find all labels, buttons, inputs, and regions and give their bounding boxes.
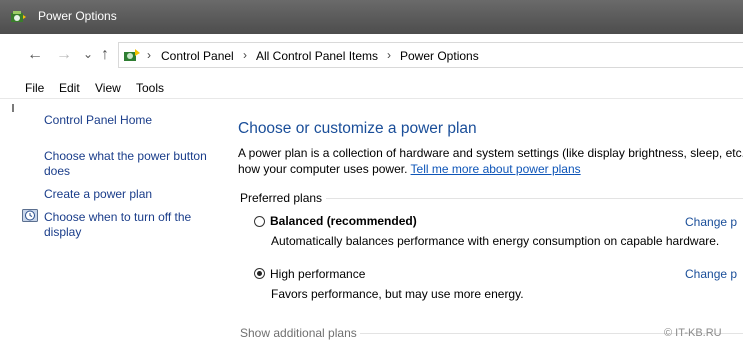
sidebar-edge-marker: [12, 104, 14, 112]
menu-view[interactable]: View: [95, 81, 121, 95]
sidebar-link-line: Create a power plan: [44, 187, 153, 201]
menu-file[interactable]: File: [25, 81, 44, 95]
recent-locations-button[interactable]: ⌄: [83, 46, 93, 62]
navigation-bar: ← → ⌄ ↑ › Control Panel › All Control Pa…: [0, 34, 743, 76]
menu-edit[interactable]: Edit: [59, 81, 80, 95]
description-line-2: how your computer uses power. Tell me mo…: [238, 161, 743, 177]
sidebar-link-line: display: [44, 225, 82, 239]
breadcrumb-separator: ›: [147, 48, 151, 62]
sidebar-create-plan-link[interactable]: Create a power plan: [44, 187, 152, 202]
sidebar-link-line: does: [44, 164, 71, 178]
balanced-plan-description: Automatically balances performance with …: [271, 234, 720, 248]
breadcrumb-separator: ›: [243, 48, 247, 62]
title-bar: Power Options: [0, 0, 743, 34]
preferred-plans-label: Preferred plans: [240, 191, 323, 205]
change-plan-settings-link[interactable]: Change p: [685, 267, 737, 281]
watermark: © IT-KB.RU: [664, 327, 722, 339]
sidebar-control-panel-home[interactable]: Control Panel Home: [44, 113, 152, 128]
balanced-radio[interactable]: [254, 216, 265, 227]
breadcrumb-all-items[interactable]: All Control Panel Items: [256, 49, 378, 63]
balanced-plan-name[interactable]: Balanced (recommended): [270, 214, 417, 228]
breadcrumb-power-options[interactable]: Power Options: [400, 49, 479, 63]
address-bar[interactable]: › Control Panel › All Control Panel Item…: [118, 42, 743, 68]
power-options-icon: [11, 11, 26, 22]
sidebar-display-off-link[interactable]: Choose when to turn off the display: [44, 210, 191, 240]
description-line: A power plan is a collection of hardware…: [238, 146, 743, 160]
show-additional-plans-toggle[interactable]: Show additional plans: [240, 326, 357, 340]
change-plan-settings-link[interactable]: Change p: [685, 215, 737, 229]
breadcrumb-control-panel[interactable]: Control Panel: [161, 49, 234, 63]
sidebar-power-button-link[interactable]: Choose what the power button does: [44, 149, 207, 179]
page-heading: Choose or customize a power plan: [238, 120, 477, 137]
section-divider: [326, 198, 743, 199]
up-button[interactable]: ↑: [101, 47, 109, 63]
sidebar-link-line: Choose what the power button: [44, 149, 207, 163]
menu-tools[interactable]: Tools: [136, 81, 164, 95]
back-button[interactable]: ←: [27, 47, 43, 63]
forward-button[interactable]: →: [56, 47, 72, 63]
clock-icon: [22, 209, 38, 222]
high-performance-radio[interactable]: [254, 268, 265, 279]
control-panel-icon: [124, 49, 140, 61]
window-title: Power Options: [38, 9, 117, 23]
breadcrumb-separator: ›: [387, 48, 391, 62]
high-performance-plan-description: Favors performance, but may use more ene…: [271, 287, 524, 301]
high-performance-plan-name[interactable]: High performance: [270, 267, 365, 281]
sidebar-link-line: Choose when to turn off the: [44, 210, 192, 224]
description-text: how your computer uses power.: [238, 162, 408, 176]
learn-more-link[interactable]: Tell me more about power plans: [411, 162, 581, 176]
page-description: A power plan is a collection of hardware…: [238, 145, 743, 177]
menu-bar: File Edit View Tools: [0, 76, 743, 99]
